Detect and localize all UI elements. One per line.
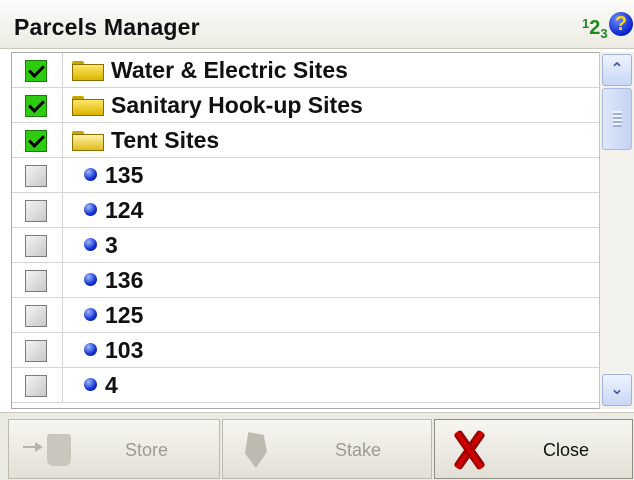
blue-dot-icon — [84, 273, 97, 286]
store-button-label: Store — [125, 440, 169, 460]
row-divider — [62, 298, 63, 333]
bottom-toolbar: Store Stake Close — [0, 412, 634, 480]
list-item[interactable]: Water & Electric Sites — [12, 53, 609, 88]
folder-closed-icon — [72, 61, 104, 81]
row-divider — [62, 193, 63, 228]
row-checkbox[interactable] — [25, 235, 47, 257]
row-label: 124 — [105, 197, 144, 223]
row-checkbox[interactable] — [25, 305, 47, 327]
store-icon — [23, 434, 71, 466]
stake-button[interactable]: Stake — [222, 419, 432, 479]
stake-icon — [245, 432, 267, 468]
chevron-down-icon: ⌄ — [610, 381, 624, 398]
row-label: 125 — [105, 302, 144, 328]
row-label: 4 — [105, 372, 118, 398]
blue-dot-icon — [84, 238, 97, 251]
close-icon — [449, 429, 487, 471]
row-divider — [62, 158, 63, 193]
list-item[interactable]: 103 — [12, 333, 609, 368]
row-divider — [62, 368, 63, 403]
close-button[interactable]: Close — [434, 419, 633, 479]
close-button-label: Close — [543, 440, 590, 460]
row-label: 136 — [105, 267, 144, 293]
list-item[interactable]: 135 — [12, 158, 609, 193]
list-item[interactable]: 124 — [12, 193, 609, 228]
row-divider — [62, 53, 63, 88]
scroll-down-button[interactable]: ⌄ — [602, 374, 632, 406]
scroll-up-button[interactable]: ⌃ — [602, 54, 632, 86]
row-label: Sanitary Hook-up Sites — [111, 92, 363, 118]
list-item[interactable]: 3 — [12, 228, 609, 263]
row-checkbox[interactable] — [25, 130, 47, 152]
row-divider — [62, 88, 63, 123]
row-divider — [62, 333, 63, 368]
row-checkbox[interactable] — [25, 340, 47, 362]
blue-dot-icon — [84, 343, 97, 356]
row-divider — [62, 228, 63, 263]
list-item[interactable]: Tent Sites — [12, 123, 609, 158]
row-label: 3 — [105, 232, 118, 258]
stake-button-label: Stake — [335, 440, 382, 460]
blue-dot-icon — [84, 378, 97, 391]
row-checkbox[interactable] — [25, 165, 47, 187]
window-title: Parcels Manager — [14, 14, 200, 40]
list-item[interactable]: Sanitary Hook-up Sites — [12, 88, 609, 123]
row-checkbox[interactable] — [25, 375, 47, 397]
folder-closed-icon — [72, 96, 104, 116]
blue-dot-icon — [84, 308, 97, 321]
row-label: Water & Electric Sites — [111, 57, 348, 83]
row-divider — [62, 263, 63, 298]
numpad-digit-three: 3 — [600, 26, 608, 41]
row-checkbox[interactable] — [25, 95, 47, 117]
chevron-up-icon: ⌃ — [610, 61, 624, 78]
list-item[interactable]: 125 — [12, 298, 609, 333]
help-icon[interactable]: ? — [609, 12, 633, 36]
blue-dot-icon — [84, 168, 97, 181]
list-item[interactable]: 4 — [12, 368, 609, 403]
row-checkbox[interactable] — [25, 270, 47, 292]
vertical-scrollbar[interactable]: ⌃ ⌄ — [599, 52, 634, 409]
row-label: Tent Sites — [111, 127, 220, 153]
list-item[interactable]: 136 — [12, 263, 609, 298]
blue-dot-icon — [84, 203, 97, 216]
row-label: 103 — [105, 337, 144, 363]
title-bar: Parcels Manager 123 ? — [0, 0, 634, 49]
folder-open-icon — [72, 131, 104, 151]
parcels-list: Water & Electric Sites Sanitary Hook-up … — [11, 52, 610, 409]
numpad-digit-two: 2 — [589, 17, 601, 39]
scrollbar-thumb[interactable] — [602, 88, 632, 150]
row-checkbox[interactable] — [25, 200, 47, 222]
store-button[interactable]: Store — [8, 419, 220, 479]
row-divider — [62, 123, 63, 158]
row-label: 135 — [105, 162, 144, 188]
row-checkbox[interactable] — [25, 60, 47, 82]
numeric-keypad-icon[interactable]: 123 — [582, 11, 608, 41]
